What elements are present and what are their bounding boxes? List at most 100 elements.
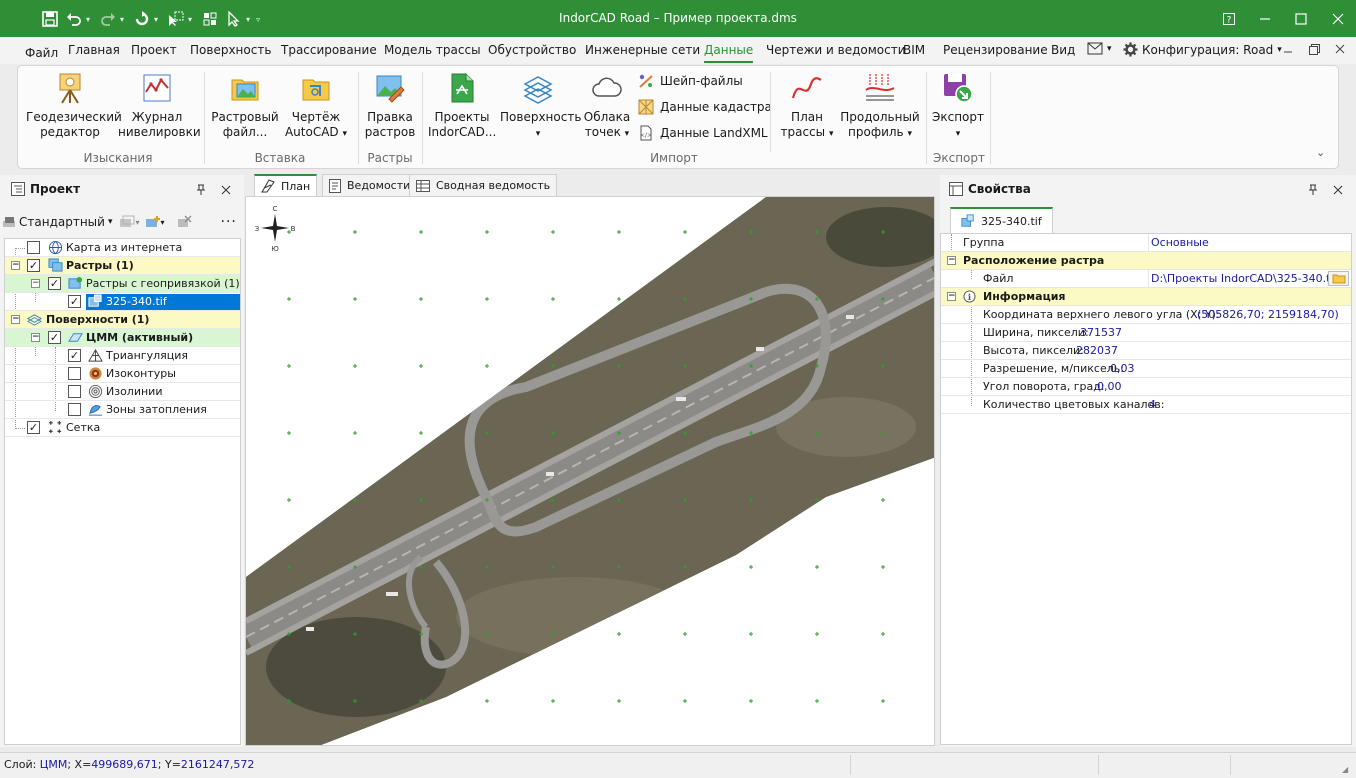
maximize-button[interactable] [1283, 0, 1319, 37]
tree-item-flood-zones[interactable]: Зоны затопления [5, 401, 240, 419]
point-clouds-button[interactable]: Облака точек ▾ [580, 70, 634, 142]
property-row-top-left-coordinate[interactable]: Координата верхнего левого угла (X; Y): … [941, 306, 1351, 324]
browse-file-button[interactable] [1328, 271, 1349, 286]
tab-equipment[interactable]: Обустройство [488, 43, 576, 57]
collapse-icon[interactable]: − [947, 292, 956, 301]
checkbox-grid[interactable]: ✓ [27, 421, 40, 434]
section-name: Информация [983, 290, 1066, 303]
collapse-icon[interactable]: − [31, 279, 40, 288]
more-options-icon[interactable]: ··· [221, 214, 237, 230]
checkbox-dtm[interactable]: ✓ [48, 331, 61, 344]
tab-file[interactable]: Файл [25, 46, 58, 60]
property-row-height[interactable]: Высота, пиксели: 282037 [941, 342, 1351, 360]
chevron-down-icon: ▾ [535, 129, 541, 139]
raster-file-button[interactable]: Растровый файл... [210, 70, 280, 140]
property-row-file[interactable]: Файл D:\Проекты IndorCAD\325-340.tif [941, 270, 1351, 288]
checkbox-internet-map[interactable] [27, 241, 40, 254]
shape-files-button[interactable]: Шейп-файлы [638, 73, 743, 89]
view-mode-select[interactable]: Стандартный ▾ [2, 215, 112, 229]
plan-drawing[interactable]: С Ю З В [246, 197, 935, 746]
collapse-ribbon-icon[interactable]: ⌄ [1316, 146, 1325, 159]
property-row-width[interactable]: Ширина, пиксели: 371537 [941, 324, 1351, 342]
collapse-icon[interactable]: − [947, 256, 956, 265]
property-row-group[interactable]: Группа Основные [941, 234, 1351, 252]
tree-item-label: Карта из интернета [66, 241, 183, 254]
property-section-raster-location[interactable]: − Расположение растра [941, 252, 1351, 270]
layer-tool-button[interactable]: ▾ [119, 215, 140, 229]
tree-item-raster-file[interactable]: ✓ 325-340.tif [5, 293, 240, 311]
properties-object-tab[interactable]: 325-340.tif [950, 207, 1053, 233]
grid-mark [419, 431, 423, 435]
cadastre-data-button[interactable]: Данные кадастра [638, 99, 772, 115]
raster-edit-button[interactable]: Правка растров [362, 70, 418, 140]
checkbox-raster-file[interactable]: ✓ [68, 295, 81, 308]
grid-mark [683, 632, 687, 636]
file-path-value[interactable]: D:\Проекты IndorCAD\325-340.tif [1151, 272, 1337, 285]
tab-route-model[interactable]: Модель трассы [384, 43, 481, 57]
geodetic-editor-button[interactable]: Геодезический редактор [26, 70, 122, 140]
property-row-rotation[interactable]: Угол поворота, град: 0,00 [941, 378, 1351, 396]
level-log-button[interactable]: Журнал нивелировки [118, 70, 201, 140]
pin-icon[interactable] [196, 184, 206, 196]
property-row-channels[interactable]: Количество цветовых каналов: 4 [941, 396, 1351, 414]
tab-project[interactable]: Проект [131, 43, 177, 57]
tab-summary[interactable]: Сводная ведомость [409, 174, 558, 196]
tab-home[interactable]: Главная [68, 43, 120, 57]
checkbox-triangulation[interactable]: ✓ [68, 349, 81, 362]
tree-item-isocontours[interactable]: Изоконтуры [5, 365, 240, 383]
tab-bim[interactable]: BIM [903, 43, 925, 57]
ribbon-close-button[interactable] [1335, 44, 1345, 54]
checkbox-rasters[interactable]: ✓ [27, 259, 40, 272]
resize-grip-icon[interactable]: ◢ [1342, 765, 1348, 774]
tree-item-isolines[interactable]: Изолинии [5, 383, 240, 401]
tab-routing[interactable]: Трассирование [281, 43, 377, 57]
close-icon[interactable] [1333, 185, 1343, 195]
delete-layer-icon[interactable] [176, 215, 192, 229]
indorcad-projects-button[interactable]: Проекты IndorCAD... [428, 70, 496, 140]
long-profile-button[interactable]: Продольный профиль ▾ [840, 70, 920, 142]
pin-icon[interactable] [1308, 184, 1318, 196]
autocad-drawing-button[interactable]: Чертёж AutoCAD ▾ [282, 70, 350, 142]
tree-item-georeferenced-rasters[interactable]: − ✓ Растры с геопривязкой (1) [5, 275, 240, 293]
collapse-icon[interactable]: − [31, 333, 40, 342]
tab-plan[interactable]: План [254, 174, 318, 196]
property-row-resolution[interactable]: Разрешение, м/пиксель: 0,03 [941, 360, 1351, 378]
mail-button[interactable]: ▾ [1087, 42, 1112, 55]
checkbox-isolines[interactable] [68, 385, 81, 398]
tab-utility-networks[interactable]: Инженерные сети [585, 43, 700, 57]
landxml-data-button[interactable]: </> Данные LandXML [638, 125, 768, 141]
ribbon-window-button[interactable] [1309, 44, 1320, 55]
configuration-selector[interactable]: Конфигурация: Road ▾ [1123, 42, 1282, 57]
tree-item-triangulation[interactable]: ✓ Триангуляция [5, 347, 240, 365]
checkbox-georeferenced[interactable]: ✓ [48, 277, 61, 290]
tab-review[interactable]: Рецензирование [943, 43, 1048, 57]
project-tree-icon [11, 182, 25, 196]
tab-view[interactable]: Вид [1051, 43, 1075, 57]
raster-edit-label-1: Правка [367, 110, 413, 124]
surface-import-button[interactable]: Поверхность ▾ [500, 70, 581, 142]
minimize-button[interactable] [1247, 0, 1283, 37]
tree-item-surfaces[interactable]: − Поверхности (1) [5, 311, 240, 329]
tab-statements[interactable]: Ведомости [322, 174, 418, 196]
plan-canvas[interactable]: С Ю З В [245, 196, 935, 746]
checkbox-flood-zones[interactable] [68, 403, 81, 416]
close-icon[interactable] [221, 185, 231, 195]
export-button[interactable]: Экспорт ▾ [930, 70, 986, 142]
tab-surface[interactable]: Поверхность [190, 43, 271, 57]
checkbox-isocontours[interactable] [68, 367, 81, 380]
tab-drawings[interactable]: Чертежи и ведомости [766, 43, 906, 57]
tree-item-grid[interactable]: ✓ Сетка [5, 419, 240, 437]
tree-item-dtm[interactable]: − ✓ ЦММ (активный) [5, 329, 240, 347]
help-button[interactable]: ? [1211, 0, 1247, 37]
route-plan-button[interactable]: План трассы ▾ [776, 70, 838, 142]
restore-ribbon-button[interactable] [1282, 42, 1294, 54]
close-button[interactable] [1320, 0, 1356, 37]
property-section-information[interactable]: − i Информация [941, 288, 1351, 306]
tab-data[interactable]: Данные [704, 43, 754, 63]
collapse-icon[interactable]: − [11, 261, 20, 270]
tree-item-rasters[interactable]: − ✓ Растры (1) [5, 257, 240, 275]
tree-item-internet-map[interactable]: Карта из интернета [5, 239, 240, 257]
grid-mark [353, 230, 357, 234]
add-layer-button[interactable]: ▾ [145, 215, 165, 229]
collapse-icon[interactable]: − [11, 315, 20, 324]
